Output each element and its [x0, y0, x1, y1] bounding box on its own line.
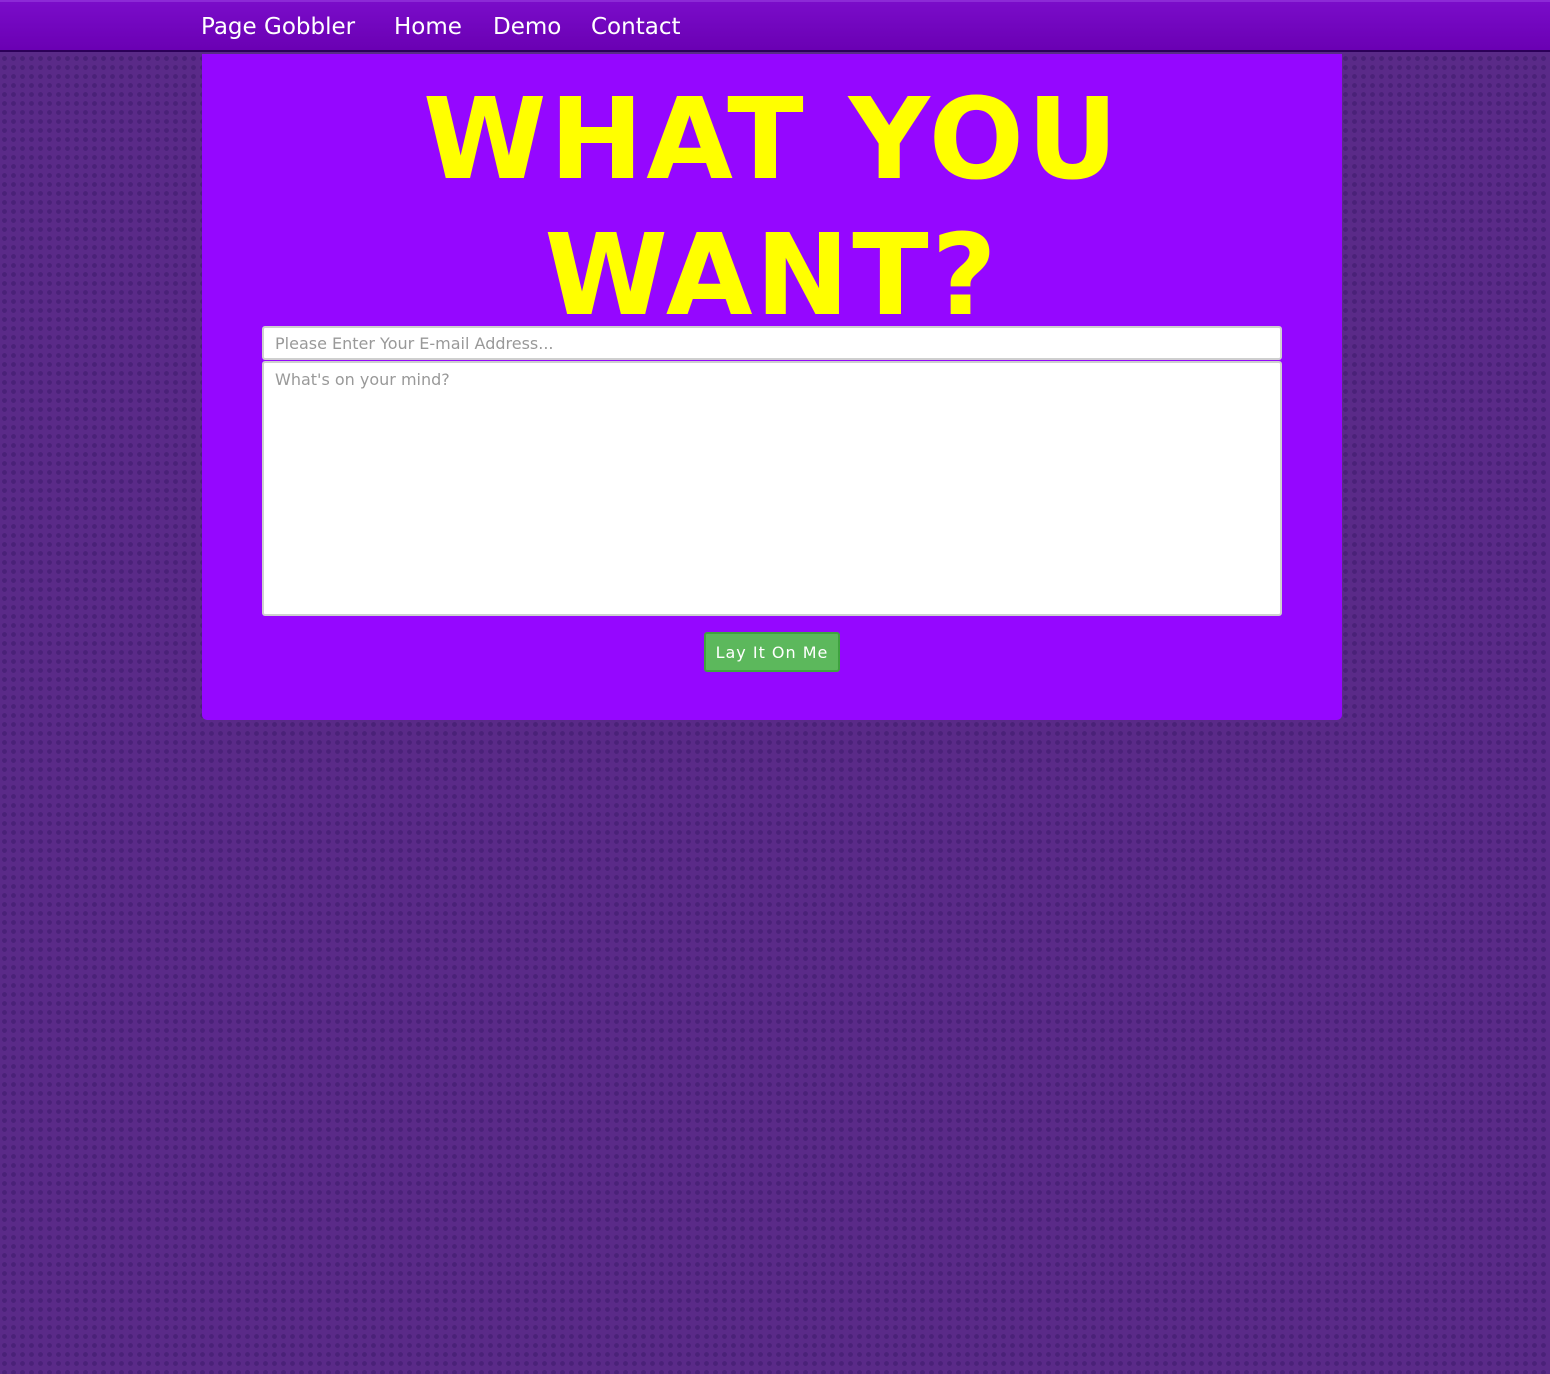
nav-link-contact[interactable]: Contact	[591, 10, 680, 44]
email-input[interactable]	[262, 326, 1282, 360]
top-navbar: Page Gobbler Home Demo Contact	[0, 0, 1550, 52]
page-title: WHAT YOU WANT?	[202, 72, 1342, 344]
submit-button[interactable]: Lay It On Me	[704, 632, 840, 672]
page-title-line-2: WANT?	[544, 211, 1000, 341]
nav-link-home[interactable]: Home	[394, 10, 462, 44]
brand-link[interactable]: Page Gobbler	[201, 10, 355, 44]
nav-link-demo[interactable]: Demo	[493, 10, 561, 44]
page-title-line-1: WHAT YOU	[423, 75, 1121, 205]
contact-panel: WHAT YOUWANT? Lay It On Me	[202, 54, 1342, 720]
message-textarea[interactable]	[262, 361, 1282, 616]
